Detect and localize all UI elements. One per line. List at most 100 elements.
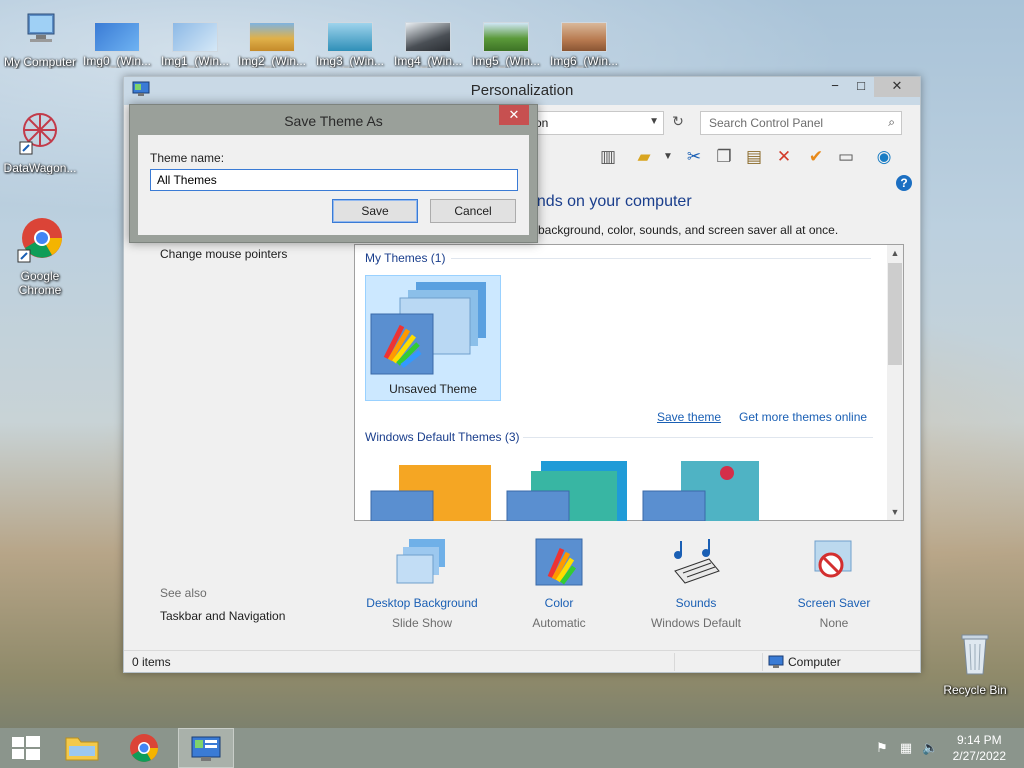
properties-icon[interactable]: ▭ xyxy=(834,145,858,169)
theme-tile-flowers[interactable] xyxy=(637,461,773,521)
dialog-close-button[interactable]: ✕ xyxy=(499,105,529,125)
desktop-icon-img6[interactable]: Img6_(Win... xyxy=(544,0,624,68)
chevron-down-icon[interactable]: ▼ xyxy=(649,116,659,127)
taskbar-control-panel[interactable] xyxy=(178,728,234,768)
search-input[interactable]: Search Control Panel ⌕ xyxy=(700,111,902,135)
search-placeholder: Search Control Panel xyxy=(709,116,824,130)
desktop-icon-my-computer[interactable]: My Computer xyxy=(0,10,80,69)
desktop-icon-label: Img2_(Win... xyxy=(237,54,306,68)
clock[interactable]: 9:14 PM 2/27/2022 xyxy=(953,732,1006,764)
desktop-icon-datawagon[interactable]: DataWagon... xyxy=(0,108,80,175)
globe-icon[interactable]: ◉ xyxy=(872,145,896,169)
setting-title: Sounds xyxy=(675,596,717,610)
theme-tile-label: Unsaved Theme xyxy=(389,382,477,396)
dialog-body: Theme name: Save Cancel xyxy=(138,135,529,235)
my-themes-group-title: My Themes (1) xyxy=(365,251,446,265)
link-taskbar-and-navigation[interactable]: Taskbar and Navigation xyxy=(160,609,285,623)
windows-theme-preview xyxy=(370,465,491,521)
datawagon-icon xyxy=(19,113,57,155)
search-icon[interactable]: ⌕ xyxy=(888,115,895,130)
divider xyxy=(523,437,873,438)
clock-time: 9:14 PM xyxy=(956,733,1002,747)
theme-name-input[interactable] xyxy=(150,169,518,191)
start-button[interactable] xyxy=(0,728,52,768)
desktop-icon-img2[interactable]: Img2_(Win... xyxy=(232,0,312,68)
computer-icon xyxy=(768,655,784,668)
preview-pane-icon[interactable]: ▥ xyxy=(596,145,620,169)
control-panel-icon xyxy=(191,736,221,761)
theme-tile-unsaved[interactable]: Unsaved Theme xyxy=(365,275,501,401)
action-center-flag-icon[interactable]: ⚑ xyxy=(874,740,890,756)
volume-muted-icon[interactable]: 🔈 xyxy=(922,740,938,756)
setting-color[interactable]: Color Automatic xyxy=(489,537,629,630)
link-change-mouse-pointers[interactable]: Change mouse pointers xyxy=(160,247,287,261)
cancel-button[interactable]: Cancel xyxy=(430,199,516,223)
desktop-icon-label: Img4_(Win... xyxy=(393,54,462,68)
setting-screen-saver[interactable]: Screen Saver None xyxy=(764,537,904,630)
paste-icon[interactable]: ▤ xyxy=(742,145,766,169)
command-bar: ▥ ▰ ▼ ✂ ❐ ▤ ✕ ✔ ▭ ◉ xyxy=(528,143,918,173)
title-bar[interactable]: Personalization − □ ✕ xyxy=(124,77,920,105)
recycle-bin-icon xyxy=(961,634,989,675)
status-location: Computer xyxy=(788,655,841,669)
scroll-up-icon[interactable]: ▲ xyxy=(887,245,903,261)
scroll-thumb[interactable] xyxy=(888,263,902,365)
delete-icon[interactable]: ✕ xyxy=(772,145,796,169)
close-button[interactable]: ✕ xyxy=(874,77,920,97)
minimize-button[interactable]: − xyxy=(822,77,848,97)
save-theme-dialog: Save Theme As ✕ Theme name: Save Cancel xyxy=(129,104,538,243)
theme-tile-lines-and-colors[interactable] xyxy=(501,461,637,521)
scroll-down-icon[interactable]: ▼ xyxy=(887,504,903,520)
desktop-icon-label: Img0_(Win... xyxy=(82,54,151,68)
setting-value: Windows Default xyxy=(650,616,742,630)
dialog-title: Save Theme As xyxy=(284,113,383,129)
desktop-icon-img5[interactable]: Img5_(Win... xyxy=(466,0,546,68)
divider xyxy=(762,653,763,671)
image-thumbnail xyxy=(405,22,451,52)
check-icon[interactable]: ✔ xyxy=(804,145,828,169)
theme-preview-icon xyxy=(370,282,486,375)
cut-icon[interactable]: ✂ xyxy=(682,145,706,169)
desktop-icon-label: My Computer xyxy=(3,55,77,69)
desktop-icon-img4[interactable]: Img4_(Win... xyxy=(388,0,468,68)
theme-tile-windows[interactable] xyxy=(365,461,501,521)
get-more-themes-link[interactable]: Get more themes online xyxy=(739,410,867,424)
page-heading: unds on your computer xyxy=(528,193,692,210)
divider xyxy=(674,653,675,671)
view-menu-chevron-icon[interactable]: ▼ xyxy=(656,145,680,169)
setting-title: Desktop Background xyxy=(366,596,478,610)
setting-value: Automatic xyxy=(532,616,586,630)
taskbar-file-explorer[interactable] xyxy=(56,728,108,768)
desktop-icon-img3[interactable]: Img3_(Win... xyxy=(310,0,390,68)
setting-desktop-background[interactable]: Desktop Background Slide Show xyxy=(352,537,492,630)
desktop-icon-img0[interactable]: Img0_(Win... xyxy=(77,0,157,68)
address-bar[interactable]: on ▼ xyxy=(528,111,664,135)
folder-options-icon[interactable]: ▰ xyxy=(632,145,656,169)
divider xyxy=(451,258,871,259)
refresh-icon[interactable]: ↻ xyxy=(668,113,688,133)
image-thumbnail xyxy=(561,22,607,52)
copy-icon[interactable]: ❐ xyxy=(712,145,736,169)
sounds-keyboard-icon xyxy=(674,539,720,584)
network-icon[interactable]: ▦ xyxy=(898,740,914,756)
default-themes-group-title: Windows Default Themes (3) xyxy=(365,430,520,444)
desktop-icon-img1[interactable]: Img1_(Win... xyxy=(155,0,235,68)
themes-scrollbar[interactable]: ▲ ▼ xyxy=(887,245,903,520)
maximize-button[interactable]: □ xyxy=(848,77,874,97)
desktop-icon-label: Img1_(Win... xyxy=(160,54,229,68)
taskbar: ⚑ ▦ 🔈 9:14 PM 2/27/2022 xyxy=(0,728,1024,768)
window-title: Personalization xyxy=(470,82,574,99)
computer-icon xyxy=(27,13,55,42)
help-icon[interactable]: ? xyxy=(896,175,912,191)
save-theme-link[interactable]: Save theme xyxy=(657,410,721,424)
windows-logo-icon xyxy=(12,736,40,760)
save-button[interactable]: Save xyxy=(332,199,418,223)
setting-title: Color xyxy=(544,596,574,610)
taskbar-google-chrome[interactable] xyxy=(118,728,170,768)
setting-sounds[interactable]: Sounds Windows Default xyxy=(626,537,766,630)
desktop-background-icon xyxy=(396,539,445,584)
desktop-icon-google-chrome[interactable]: Google Chrome xyxy=(0,214,80,297)
desktop-icon-recycle-bin[interactable]: Recycle Bin xyxy=(935,630,1015,697)
screen-saver-icon xyxy=(814,540,852,578)
status-bar: 0 items Computer xyxy=(124,650,920,672)
